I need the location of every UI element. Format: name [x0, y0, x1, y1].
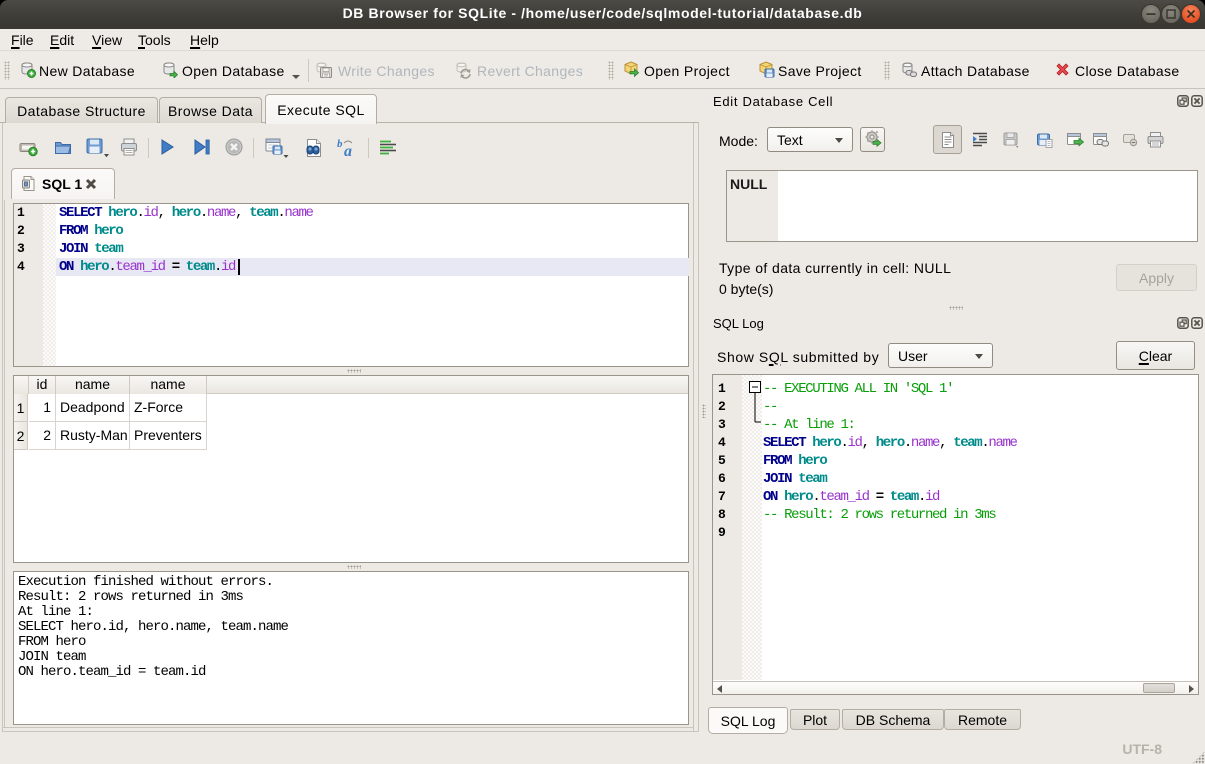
svg-text:a: a — [344, 143, 352, 159]
svg-text:b: b — [337, 138, 343, 150]
